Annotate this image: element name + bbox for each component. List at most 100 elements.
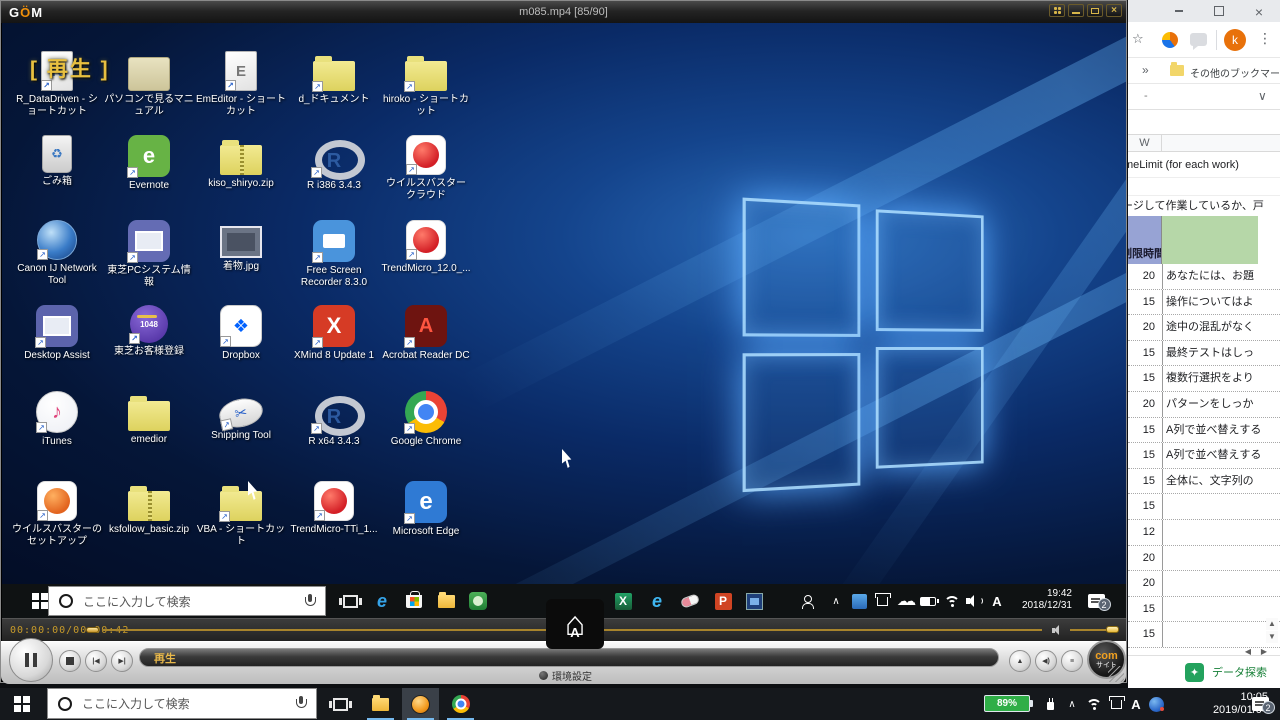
chat-extension-icon[interactable] — [1190, 33, 1207, 46]
pill-scissors-taskbar-button[interactable] — [676, 584, 704, 618]
desktop-icon-microsoft-edge[interactable]: e Microsoft Edge — [381, 481, 471, 538]
table-row[interactable]: 20あなたには、お題 — [1128, 264, 1280, 290]
desktop-icon-r-x64[interactable]: R R x64 3.4.3 — [289, 391, 379, 448]
desktop-icon-snipping-tool[interactable]: ✂ Snipping Tool — [196, 391, 286, 442]
excel-taskbar-button[interactable] — [609, 584, 637, 618]
table-row[interactable]: 20途中の混乱がなく — [1128, 315, 1280, 341]
bookmarks-overflow-icon[interactable] — [1142, 63, 1149, 77]
desktop-icon-trendmicro-tti[interactable]: TrendMicro-TTi_1... — [289, 481, 379, 536]
desktop-icon-toshiba-registration[interactable]: 1048 東芝お客様登録 — [104, 305, 194, 358]
task-cell[interactable]: あなたには、お題 — [1162, 264, 1262, 289]
task-cell[interactable]: 操作についてはよ — [1162, 290, 1262, 315]
column-header-w[interactable]: W — [1128, 135, 1162, 151]
limit-cell[interactable]: 20 — [1128, 546, 1162, 571]
action-center-button[interactable]: 2 — [1082, 584, 1110, 618]
edge-taskbar-button[interactable] — [368, 584, 396, 618]
limit-cell[interactable]: 15 — [1128, 443, 1162, 468]
desktop-icon-google-chrome[interactable]: Google Chrome — [381, 391, 471, 448]
limit-cell[interactable]: 20 — [1128, 392, 1162, 417]
task-cell[interactable] — [1162, 546, 1262, 571]
desktop-icon-dropbox[interactable]: ❖ Dropbox — [196, 305, 286, 362]
explore-button[interactable]: データ探索 — [1128, 655, 1280, 688]
photos-taskbar-button[interactable] — [740, 584, 768, 618]
video-clock[interactable]: 19:42 2018/12/31 — [1002, 588, 1072, 612]
desktop-icon-emedior[interactable]: emedior — [104, 391, 194, 446]
control-menu-button[interactable]: ≡ — [1061, 650, 1083, 672]
panel-toggle-button[interactable] — [1049, 4, 1065, 17]
chrome-title-bar[interactable] — [1128, 0, 1280, 22]
chevron-down-icon[interactable] — [1258, 89, 1267, 103]
extension-icon[interactable] — [1162, 32, 1178, 48]
table-row[interactable]: 15 — [1128, 622, 1280, 648]
open-file-button[interactable]: ▲ — [1009, 650, 1031, 672]
seek-handle[interactable] — [86, 627, 99, 633]
pause-button[interactable] — [9, 638, 53, 682]
search-input[interactable]: ここに入力して検索 — [47, 688, 317, 719]
task-view-button[interactable] — [336, 584, 364, 618]
task-cell[interactable]: 途中の混乱がなく — [1162, 315, 1262, 340]
close-button[interactable]: × — [1106, 4, 1122, 17]
task-view-button[interactable] — [322, 688, 359, 720]
store-taskbar-button[interactable] — [400, 584, 428, 618]
desktop-icon-hiroko[interactable]: hiroko - ショートカット — [381, 51, 471, 118]
task-cell[interactable] — [1162, 571, 1262, 596]
table-row[interactable]: 15最終テストはしっ — [1128, 341, 1280, 367]
desktop-icon-d-documents[interactable]: d_ドキュメント — [289, 51, 379, 106]
limit-cell[interactable]: 20 — [1128, 315, 1162, 340]
microphone-icon[interactable] — [296, 696, 306, 711]
table-row[interactable]: 15操作についてはよ — [1128, 290, 1280, 316]
ie-taskbar-button[interactable] — [643, 584, 671, 618]
limit-cell[interactable]: 15 — [1128, 366, 1162, 391]
table-row[interactable]: 15全体に、文字列の — [1128, 469, 1280, 495]
desktop-icon-virusbuster-cloud[interactable]: ウイルスバスター クラウド — [381, 135, 471, 202]
limit-cell[interactable]: 15 — [1128, 469, 1162, 494]
chrome-menu-icon[interactable] — [1258, 30, 1272, 47]
powerpoint-taskbar-button[interactable] — [709, 584, 737, 618]
desktop-icon-virusbuster-setup[interactable]: ウイルスバスターのセットアップ — [12, 481, 102, 548]
task-header-cell[interactable] — [1162, 216, 1258, 264]
other-bookmarks-label[interactable]: その他のブックマーク — [1190, 65, 1280, 80]
table-row[interactable]: 15 — [1128, 597, 1280, 623]
search-input[interactable]: ここに入力して検索 — [48, 586, 326, 616]
gom-title-bar[interactable]: GÖM m085.mp4 [85/90] × — [1, 1, 1126, 23]
desktop-icon-canon-network-tool[interactable]: Canon IJ Network Tool — [12, 220, 102, 287]
sheet-note-row[interactable]: meLimit (for each work) — [1128, 152, 1280, 178]
desktop-icon-recycle-bin[interactable]: ♻ ごみ箱 — [12, 135, 102, 188]
limit-cell[interactable]: 20 — [1128, 571, 1162, 596]
limit-cell[interactable]: 15 — [1128, 597, 1162, 622]
action-center-button[interactable]: 2 — [1246, 688, 1274, 720]
desktop-icon-itunes[interactable]: ♪ iTunes — [12, 391, 102, 448]
task-cell[interactable]: パターンをしっか — [1162, 392, 1262, 417]
task-cell[interactable] — [1162, 622, 1262, 647]
file-explorer-taskbar-button[interactable] — [362, 688, 399, 720]
task-cell[interactable]: 最終テストはしっ — [1162, 341, 1262, 366]
task-cell[interactable]: 複数行選択をより — [1162, 366, 1262, 391]
limit-cell[interactable]: 15 — [1128, 622, 1162, 647]
task-cell[interactable]: A列で並べ替えする — [1162, 443, 1262, 468]
desktop-icon-desktop-assist[interactable]: Desktop Assist — [12, 305, 102, 362]
minimize-button[interactable] — [1068, 4, 1084, 17]
playlist-display[interactable]: 再生 — [139, 648, 999, 667]
profile-avatar[interactable]: k — [1224, 29, 1246, 51]
battery-indicator[interactable]: 89% — [984, 695, 1030, 712]
sheet-header-row[interactable]: 制限時間 — [1128, 216, 1280, 264]
desktop-icon-trendmicro-12[interactable]: TrendMicro_12.0_... — [381, 220, 471, 275]
limit-cell[interactable]: 12 — [1128, 520, 1162, 545]
task-cell[interactable] — [1162, 520, 1262, 545]
desktop-icon-acrobat-reader[interactable]: A Acrobat Reader DC — [381, 305, 471, 362]
people-button[interactable] — [795, 584, 823, 618]
desktop-icon-kiso-shiryo-zip[interactable]: kiso_shiryo.zip — [196, 135, 286, 190]
desktop-icon-evernote[interactable]: e Evernote — [104, 135, 194, 192]
next-button[interactable]: ▶| — [111, 650, 133, 672]
desktop-icon-ksfollow-basic-zip[interactable]: ksfollow_basic.zip — [104, 481, 194, 536]
limit-cell[interactable]: 15 — [1128, 494, 1162, 519]
sheet-clipped-row[interactable]: ージして作業しているか、戸 — [1128, 196, 1280, 216]
table-row[interactable]: 20 — [1128, 571, 1280, 597]
table-row[interactable]: 12 — [1128, 520, 1280, 546]
table-row[interactable]: 15 — [1128, 494, 1280, 520]
table-row[interactable]: 20パターンをしっか — [1128, 392, 1280, 418]
tray-app-button[interactable] — [1142, 688, 1170, 720]
limit-cell[interactable]: 15 — [1128, 418, 1162, 443]
video-display-area[interactable]: [ 再生 ] R R_DataDriven - ショートカット パソコンで見るマ… — [2, 23, 1126, 584]
sheet-column-headers[interactable]: W — [1128, 134, 1280, 152]
